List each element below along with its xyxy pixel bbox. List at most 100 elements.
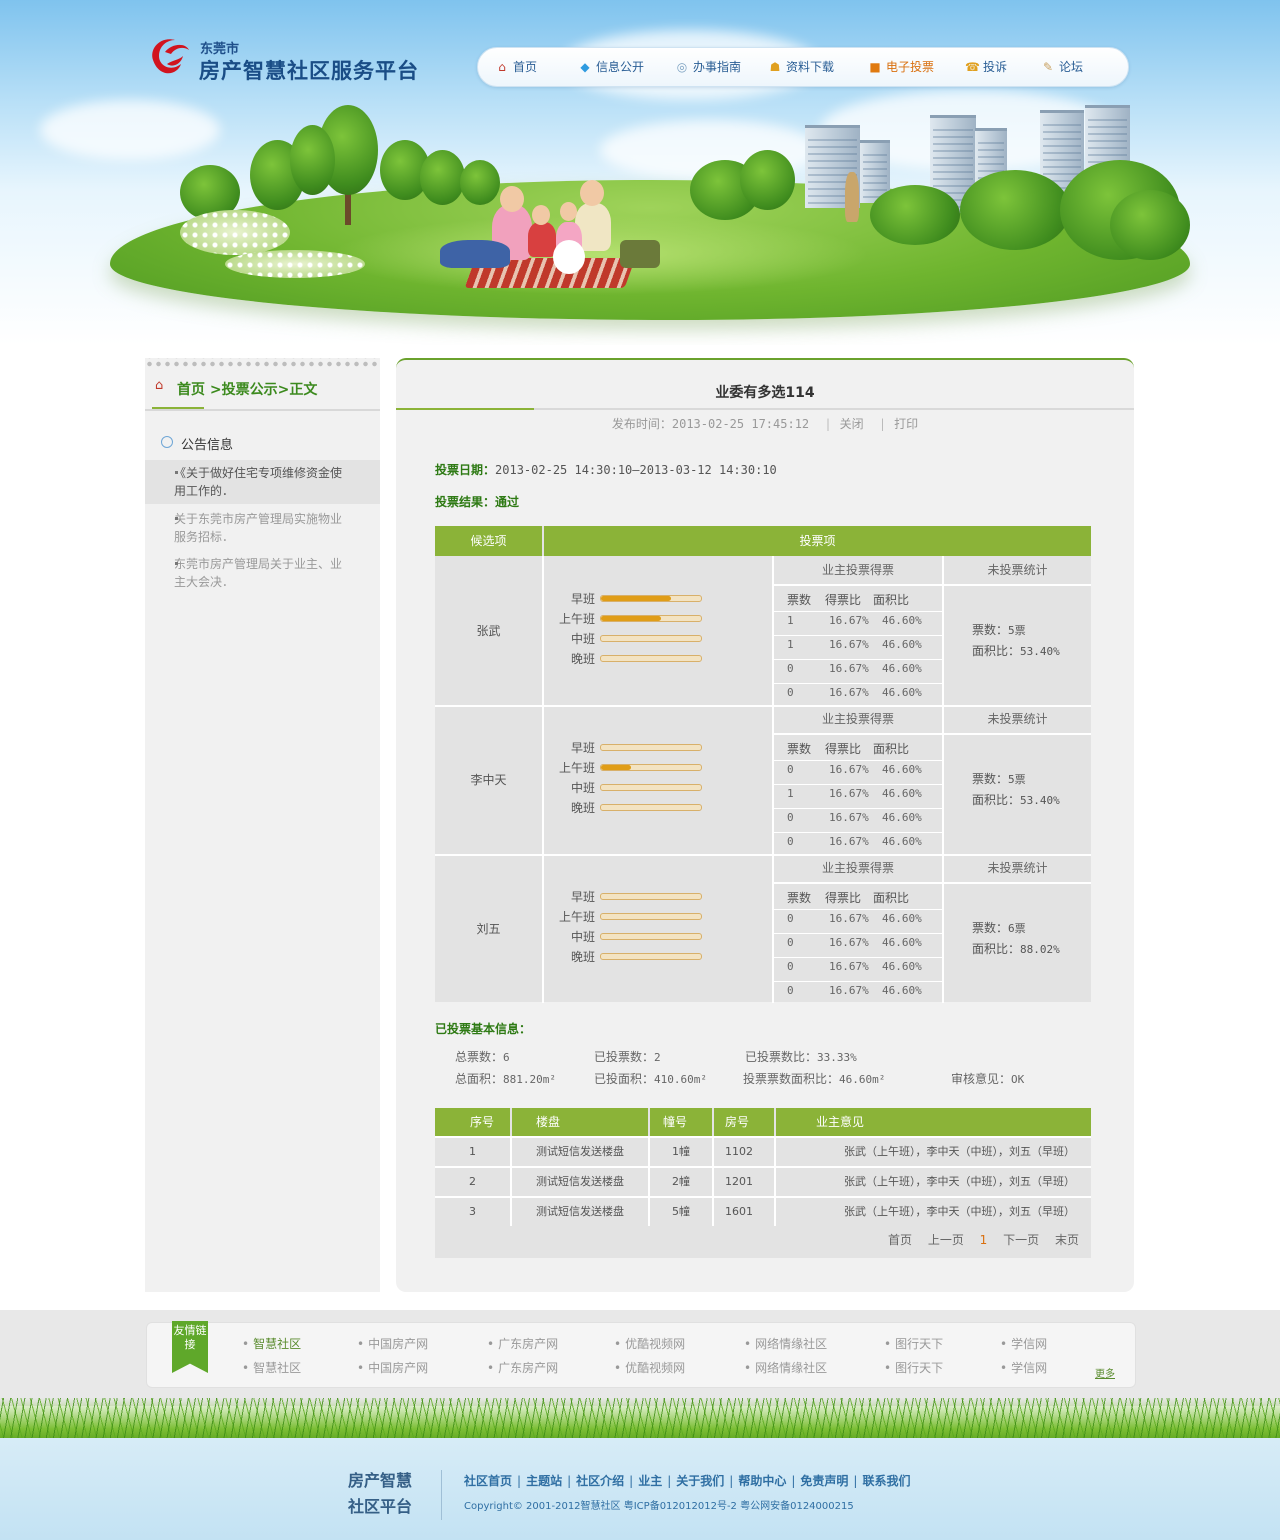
vote-bar [600,953,702,960]
slot-label: 晚班 [570,652,595,666]
owner-vote-row: 0 16.67% 46.60% [787,984,922,997]
page-current[interactable]: 1 [980,1233,988,1247]
print-link[interactable]: 打印 [894,417,918,431]
summary-review: 审核意见：OK [951,1072,1025,1086]
owner-vote-row: 0 16.67% 46.60% [787,835,922,848]
page-last[interactable]: 末页 [1055,1233,1079,1247]
friend-link[interactable]: 学信网 [1000,1335,1047,1352]
vote-bar [600,744,702,751]
unvoted-header: 未投票统计 [987,563,1048,577]
nav-guide[interactable]: ◎ 办事指南 [675,48,741,86]
opinion-row: 1 测试短信发送楼盘 1幢 1102 张武（上午班），李中天（中班），刘五（早班） [435,1136,1091,1166]
col-building: 幢号 [650,1108,712,1136]
page-first[interactable]: 首页 [888,1233,912,1247]
article-meta: 发布时间：2013-02-25 17:45:12 | 关闭 | 打印 [611,417,919,431]
vote-bar [600,635,702,642]
col-index: 序号 [435,1108,510,1136]
sidebar: ⌂ 首页 >投票公示>正文 公告信息 《关于做好住宅专项维修资金使用工作的． 关… [145,358,380,1292]
slot-label: 中班 [570,632,595,646]
owner-votes-header: 业主投票得票 [821,861,894,875]
friend-link[interactable]: 广东房产网 [487,1335,558,1352]
friend-link[interactable]: 中国房产网 [357,1359,428,1376]
footer-link[interactable]: 免责声明 [800,1474,848,1488]
vote-bar [600,595,702,602]
nav-download[interactable]: ☗ 资料下载 [768,48,834,86]
slot-label: 晚班 [570,950,595,964]
friend-link[interactable]: 优酷视频网 [614,1359,685,1376]
news-item[interactable]: 《关于做好住宅专项维修资金使用工作的． [145,460,380,504]
vote-bar [600,913,702,920]
nav-complaint[interactable]: ☎ 投诉 [965,48,1007,86]
friend-link[interactable]: 图行天下 [884,1335,943,1352]
footer-link[interactable]: 联系我们 [862,1474,910,1488]
footer-link[interactable]: 关于我们 [676,1474,724,1488]
footer-link[interactable]: 业主 [638,1474,662,1488]
friend-link[interactable]: 智慧社区 [242,1335,301,1352]
vote-bar [600,933,702,940]
friend-link[interactable]: 图行天下 [884,1359,943,1376]
footer-logo: 房产智慧 社区平台 [347,1471,412,1516]
footer-link[interactable]: 帮助中心 [738,1474,786,1488]
nav-info-public[interactable]: ◆ 信息公开 [578,48,644,86]
home-icon: ⌂ [498,60,506,74]
header-candidate: 候选项 [435,526,542,556]
phone-icon: ☎ [965,60,980,74]
publish-time: 2013-02-25 17:45:12 [671,417,810,431]
summary-voted-area-ratio: 投票票数面积比：46.60m² [743,1072,886,1086]
nav-home[interactable]: ⌂ 首页 [495,48,537,86]
footer-link[interactable]: 社区介绍 [576,1474,624,1488]
slot-label: 上午班 [558,761,595,775]
owner-vote-columns: 票数 得票比 面积比 [787,593,910,607]
news-item[interactable]: 东莞市房产管理局关于业主、业主大会决． [145,551,380,595]
breadcrumb-text[interactable]: 首页 >投票公示>正文 [177,379,317,399]
col-estate: 楼盘 [512,1108,648,1136]
page-prev[interactable]: 上一页 [928,1233,964,1247]
opinion-row: 2 测试短信发送楼盘 2幢 1201 张武（上午班），李中天（中班），刘五（早班） [435,1166,1091,1196]
col-opinion: 业主意见 [776,1108,1091,1136]
vote-table: 候选项 投票项 张武 早班 上午班 中班 晚班 业主投票得票 未投票统计 票数 得票比 面积比 1 1… [435,526,1091,1003]
nav-e-vote[interactable]: ■ 电子投票 [868,48,934,86]
hero-banner: 东莞市 房产智慧社区服务平台 ⌂ 首页 ◆ 信息公开 ◎ 办事指南 ☗ 资料下载 ■ 电子… [0,0,1280,345]
compass-icon: ◎ [676,60,688,74]
more-link[interactable]: 更多 [1095,1365,1115,1380]
close-link[interactable]: 关闭 [840,417,864,431]
slot-label: 早班 [570,592,595,606]
unvoted-stats: 票数：5票 面积比：53.40% [972,772,1060,807]
notice-icon [161,436,173,448]
owner-vote-row: 0 16.67% 46.60% [787,763,922,776]
friend-link[interactable]: 智慧社区 [242,1359,301,1376]
friend-link[interactable]: 中国房产网 [357,1335,428,1352]
news-item[interactable]: 关于东莞市房产管理局实施物业服务招标． [145,506,380,550]
slot-label: 晚班 [570,801,595,815]
article-panel: 业委有多选114 发布时间：2013-02-25 17:45:12 | 关闭 | 打… [396,358,1134,1292]
owner-vote-row: 1 16.67% 46.60% [787,614,922,627]
friend-link[interactable]: 学信网 [1000,1359,1047,1376]
unvoted-header: 未投票统计 [987,861,1048,875]
owner-vote-row: 0 16.67% 46.60% [787,936,922,949]
owner-vote-row: 1 16.67% 46.60% [787,787,922,800]
logo-icon [152,39,189,74]
friend-link[interactable]: 网络情缘社区 [744,1335,827,1352]
friend-link[interactable]: 广东房产网 [487,1359,558,1376]
candidate-name: 李中天 [470,773,507,787]
page-next[interactable]: 下一页 [1003,1233,1039,1247]
footer-link[interactable]: 社区首页 [464,1474,512,1488]
notice-title: 公告信息 [181,438,234,453]
summary-title: 已投票基本信息： [435,1022,532,1036]
summary-voted-ratio: 已投票数比：33.33% [745,1050,857,1064]
summary-total-votes: 总票数：6 [455,1050,510,1064]
slot-label: 中班 [570,781,595,795]
footer-copyright: Copyright© 2001-2012智慧社区 粤ICP备012012012号… [464,1501,854,1512]
binder-rings [145,358,380,368]
col-room: 房号 [714,1108,774,1136]
nav-forum[interactable]: ✎ 论坛 [1041,48,1083,86]
friend-links: 友情链接 智慧社区中国房产网广东房产网优酷视频网网络情缘社区图行天下学信网智慧社… [146,1321,1136,1388]
owner-vote-row: 0 16.67% 46.60% [787,912,922,925]
owner-vote-row: 0 16.67% 46.60% [787,686,922,699]
friend-link[interactable]: 优酷视频网 [614,1335,685,1352]
footer-link[interactable]: 主题站 [526,1474,562,1488]
main-nav: ⌂ 首页 ◆ 信息公开 ◎ 办事指南 ☗ 资料下载 ■ 电子投票 ☎ 投诉 ✎ 论坛 [477,47,1129,87]
logo-title[interactable]: 房产智慧社区服务平台 [199,55,419,85]
friend-link[interactable]: 网络情缘社区 [744,1359,827,1376]
article-title: 业委有多选114 [715,385,815,401]
